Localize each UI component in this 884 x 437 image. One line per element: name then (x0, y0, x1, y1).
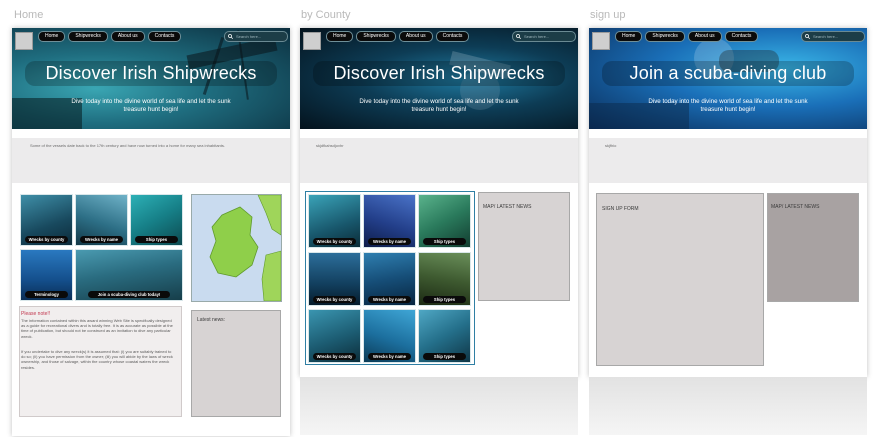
nav-shipwrecks[interactable]: Shipwrecks (68, 31, 108, 42)
hero-banner: Home Shipwrecks About us Contacts Search… (300, 28, 578, 129)
hero-banner: Home Shipwrecks About us Contacts Search… (589, 28, 867, 129)
tile-ship-types[interactable]: Ship types (418, 194, 471, 248)
hero-banner: Home Shipwrecks About us Contacts Search… (12, 28, 290, 129)
nav-shipwrecks[interactable]: Shipwrecks (356, 31, 396, 42)
tile-label: Ship types (135, 236, 178, 243)
page-fade (589, 377, 867, 435)
notice-paragraph-2: If you undertake to dive any wreck(s) it… (21, 349, 173, 370)
tile-ship-types[interactable]: Ship types (418, 309, 471, 363)
mockup-sign-up: Home Shipwrecks About us Contacts Search… (589, 28, 867, 377)
map-news-label: MAP/ LATEST NEWS (483, 204, 532, 210)
hero-subtitle: Dive today into the divine world of sea … (359, 98, 519, 113)
logo-placeholder[interactable] (303, 32, 321, 50)
nav-about-us[interactable]: About us (110, 31, 145, 42)
tile-label: Ship types (423, 296, 466, 303)
notice-paragraph-1: The information contained within this aw… (21, 318, 173, 339)
tile-wrecks-by-county[interactable]: Wrecks by county (308, 309, 361, 363)
hero-subtitle: Dive today into the divine world of sea … (71, 98, 231, 113)
tile-label: Wrecks by name (368, 296, 411, 303)
nav-contacts[interactable]: Contacts (147, 31, 182, 42)
search-icon (805, 34, 810, 39)
map-graphic (192, 195, 281, 301)
page-fade (300, 377, 578, 435)
tile-label: Ship types (423, 353, 466, 360)
tile-wrecks-by-name[interactable]: Wrecks by name (75, 194, 128, 246)
sign-up-form[interactable] (596, 193, 764, 366)
tile-label: Terminology (25, 291, 68, 298)
tile-wrecks-by-county[interactable]: Wrecks by county (20, 194, 73, 246)
tile-wrecks-by-name[interactable]: Wrecks by name (363, 252, 416, 306)
sign-up-form-label: SIGN UP FORM (602, 206, 639, 212)
tile-label: Wrecks by name (368, 238, 411, 245)
latest-news-box (191, 310, 281, 417)
hero-subtitle: Dive today into the divine world of sea … (648, 98, 808, 113)
tile-label: Wrecks by county (313, 353, 356, 360)
tile-wrecks-by-county[interactable]: Wrecks by county (308, 252, 361, 306)
nav-home[interactable]: Home (615, 31, 643, 42)
nav-contacts[interactable]: Contacts (724, 31, 759, 42)
tile-wrecks-by-name[interactable]: Wrecks by name (363, 194, 416, 248)
page-label-home: Home (14, 9, 44, 21)
hero-title: Discover Irish Shipwrecks (25, 61, 277, 86)
tile-label: Wrecks by name (80, 236, 123, 243)
search-icon (516, 34, 521, 39)
nav-about-us[interactable]: About us (398, 31, 433, 42)
nav-home[interactable]: Home (326, 31, 354, 42)
search-placeholder: Search here... (524, 34, 550, 39)
search-input[interactable]: Search here... (224, 31, 288, 42)
nav-home[interactable]: Home (38, 31, 66, 42)
main-nav: Home Shipwrecks About us Contacts (326, 31, 470, 42)
tile-label: Wrecks by name (368, 353, 411, 360)
hero-title: Join a scuba-diving club (602, 61, 854, 86)
tile-wrecks-by-name[interactable]: Wrecks by name (363, 309, 416, 363)
search-placeholder: Search here... (813, 34, 839, 39)
notice-title: Please note!! (21, 311, 51, 317)
search-placeholder: Search here... (236, 34, 262, 39)
page-label-sign-up: sign up (590, 9, 626, 21)
nav-about-us[interactable]: About us (687, 31, 722, 42)
search-input[interactable]: Search here... (512, 31, 576, 42)
mockup-home: Home Shipwrecks About us Contacts Search… (12, 28, 290, 436)
hero-title: Discover Irish Shipwrecks (313, 61, 565, 86)
nav-shipwrecks[interactable]: Shipwrecks (645, 31, 685, 42)
tile-label: Wrecks by county (25, 236, 68, 243)
search-icon (228, 34, 233, 39)
tile-join-club[interactable]: Join a scuba-diving club today! (75, 249, 183, 301)
tile-label: Wrecks by county (313, 296, 356, 303)
tile-label: Join a scuba-diving club today! (88, 291, 170, 298)
tile-label: Wrecks by county (313, 238, 356, 245)
nav-contacts[interactable]: Contacts (435, 31, 470, 42)
tile-label: Ship types (423, 238, 466, 245)
tile-terminology[interactable]: Terminology (20, 249, 73, 301)
map-news-label: MAP/ LATEST NEWS (771, 204, 820, 210)
intro-text: skjdfkahsdjovhr (316, 143, 344, 148)
search-input[interactable]: Search here... (801, 31, 865, 42)
latest-news-label: Latest news: (197, 317, 226, 323)
logo-placeholder[interactable] (592, 32, 610, 50)
intro-text: Some of the vessels date back to the 17t… (30, 143, 226, 148)
ireland-map[interactable] (191, 194, 282, 302)
main-nav: Home Shipwrecks About us Contacts (38, 31, 182, 42)
tile-ship-types[interactable]: Ship types (130, 194, 183, 246)
logo-placeholder[interactable] (15, 32, 33, 50)
page-label-by-county: by County (301, 9, 351, 21)
intro-section (589, 138, 867, 183)
intro-text: skjfhio (605, 143, 617, 148)
tile-ship-types[interactable]: Ship types (418, 252, 471, 306)
tile-wrecks-by-county[interactable]: Wrecks by county (308, 194, 361, 248)
main-nav: Home Shipwrecks About us Contacts (615, 31, 759, 42)
mockup-by-county: Home Shipwrecks About us Contacts Search… (300, 28, 578, 377)
